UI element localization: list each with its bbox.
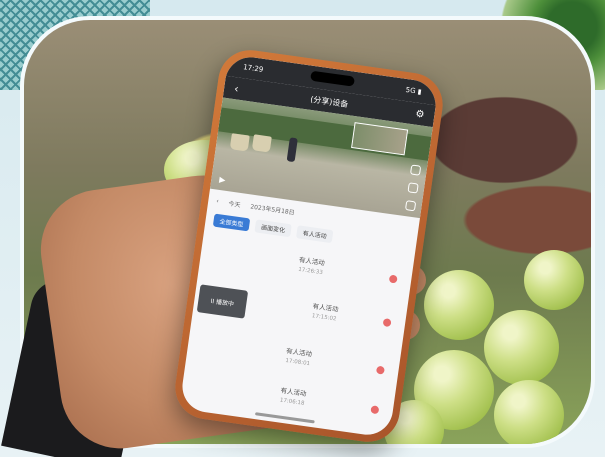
status-time: 17:29 [242, 63, 264, 74]
fruit [484, 310, 559, 385]
fullscreen-icon[interactable] [404, 200, 417, 212]
play-icon[interactable]: ▶ [219, 175, 226, 185]
date-range[interactable]: 2023年5月18日 [250, 201, 296, 216]
status-indicators: 5G ▮ [405, 85, 423, 97]
fruit [424, 270, 494, 340]
event-thumbnail-playing[interactable]: II 播放中 [196, 284, 249, 319]
filter-motion[interactable]: 画面变化 [254, 219, 292, 238]
fruit [524, 250, 584, 310]
phone-screen: 17:29 5G ▮ ‹ (分享)设备 ⚙ ▶ ‹ 今天 2023年5月18日 … [179, 53, 439, 439]
fruit [494, 380, 564, 444]
back-arrow-icon[interactable]: ‹ [233, 82, 239, 95]
date-label[interactable]: 今天 [228, 198, 241, 209]
event-list: 有人活动 17:26:33 有人活动 17:15:02 II 播放中 有人活动 … [181, 232, 414, 428]
snapshot-icon[interactable] [407, 182, 419, 194]
filter-person[interactable]: 有人活动 [296, 225, 334, 244]
video-bucket [229, 133, 250, 152]
record-icon[interactable] [409, 164, 422, 176]
gear-icon[interactable]: ⚙ [415, 108, 425, 120]
list-item[interactable]: 有人活动 17:15:02 [252, 292, 397, 341]
app-title: (分享)设备 [309, 94, 349, 109]
event-label: 有人活动 [280, 386, 307, 399]
event-label: 有人活动 [285, 346, 313, 359]
event-label: 有人活动 [312, 302, 339, 314]
photo-scene: 17:29 5G ▮ ‹ (分享)设备 ⚙ ▶ ‹ 今天 2023年5月18日 … [0, 0, 605, 457]
video-bucket [251, 134, 272, 153]
filter-all-types[interactable]: 全部类型 [212, 213, 251, 232]
video-person [286, 137, 298, 163]
list-item[interactable]: 有人活动 17:26:33 [218, 243, 402, 298]
date-prev-icon[interactable]: ‹ [216, 197, 219, 204]
event-label: 有人活动 [298, 255, 326, 268]
